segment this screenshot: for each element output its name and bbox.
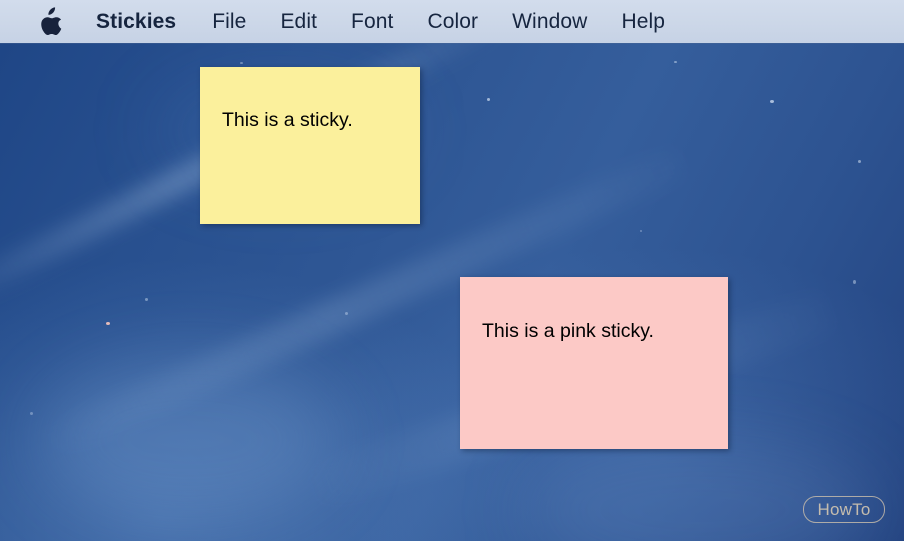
wallpaper-star-speck [145, 298, 148, 301]
wallpaper-star-speck [853, 280, 856, 284]
screen: Stickies File Edit Font Color Window Hel… [0, 0, 904, 541]
howto-watermark: HowTo [803, 496, 885, 523]
apple-logo-icon [38, 6, 64, 37]
sticky-note-text[interactable]: This is a pink sticky. [482, 319, 654, 343]
wallpaper-star-speck [345, 312, 348, 315]
wallpaper-star-speck [640, 230, 642, 232]
menu-item-help[interactable]: Help [604, 0, 682, 43]
wallpaper-glow [40, 360, 340, 520]
menu-item-edit[interactable]: Edit [263, 0, 334, 43]
menu-item-font[interactable]: Font [334, 0, 410, 43]
wallpaper-star-speck [30, 412, 33, 415]
wallpaper-star-speck [770, 100, 774, 103]
wallpaper-star-speck [240, 62, 243, 64]
wallpaper-star-speck [858, 160, 861, 163]
menu-item-window[interactable]: Window [495, 0, 604, 43]
apple-menu-button[interactable] [38, 0, 64, 43]
wallpaper-star-speck [106, 322, 110, 325]
wallpaper-star-speck [487, 98, 490, 101]
menu-item-file[interactable]: File [195, 0, 263, 43]
menu-item-stickies[interactable]: Stickies [96, 0, 195, 43]
desktop-wallpaper[interactable] [0, 0, 904, 541]
wallpaper-star-speck [674, 61, 677, 63]
wallpaper-glow [520, 440, 880, 541]
howto-watermark-text: HowTo [817, 500, 871, 519]
sticky-note-yellow[interactable]: This is a sticky. [200, 67, 420, 224]
menu-bar: Stickies File Edit Font Color Window Hel… [0, 0, 904, 43]
sticky-note-pink[interactable]: This is a pink sticky. [460, 277, 728, 449]
menu-item-color[interactable]: Color [410, 0, 495, 43]
sticky-note-text[interactable]: This is a sticky. [222, 108, 353, 132]
